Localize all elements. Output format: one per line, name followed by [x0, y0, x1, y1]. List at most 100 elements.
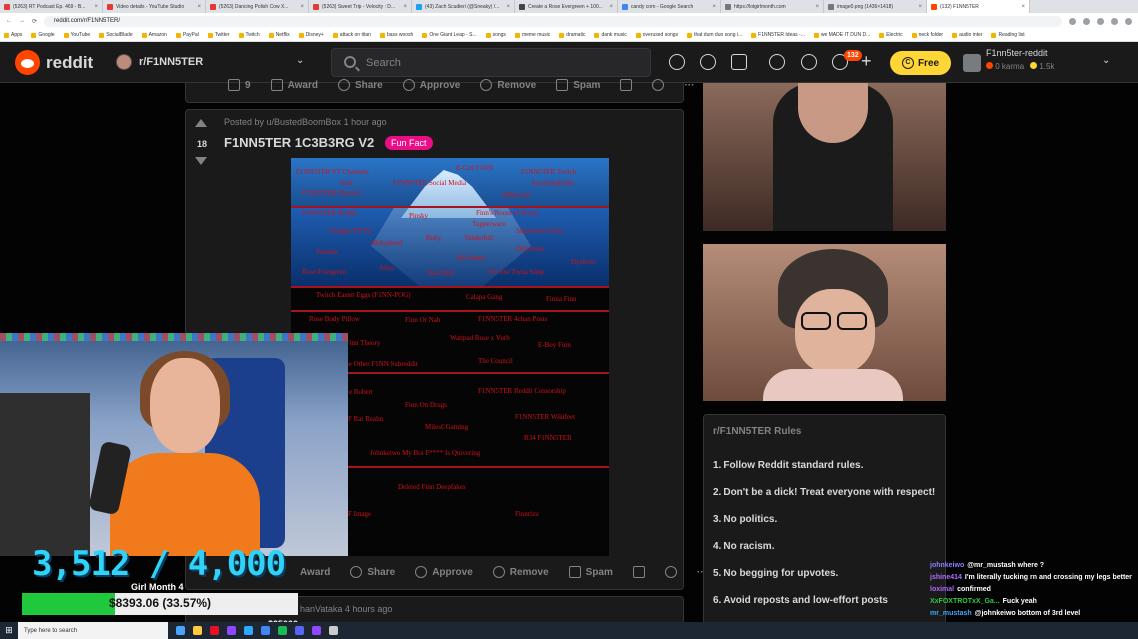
- chat-username[interactable]: loximal: [930, 586, 954, 593]
- bookmark-item[interactable]: Twitch: [238, 32, 260, 38]
- spotify-icon[interactable]: [278, 626, 287, 635]
- create-post-icon[interactable]: +: [861, 52, 872, 70]
- bookmark-item[interactable]: attack on titan: [332, 32, 371, 38]
- bookmark-item[interactable]: overused songs: [635, 32, 678, 38]
- shield-icon[interactable]: [652, 79, 665, 91]
- app-icon[interactable]: [227, 626, 236, 635]
- bookmark-item[interactable]: Amazon: [141, 32, 167, 38]
- app-icon[interactable]: [329, 626, 338, 635]
- share-button[interactable]: Share: [337, 79, 383, 91]
- rule-item[interactable]: 3. No politics.: [713, 513, 938, 527]
- rule-item[interactable]: 6. Avoid reposts and low-effort posts: [713, 594, 938, 608]
- premium-button[interactable]: C Free: [890, 51, 951, 75]
- profile-icon[interactable]: [1125, 17, 1132, 25]
- video-thumbnail[interactable]: [703, 83, 946, 231]
- close-icon[interactable]: ×: [712, 4, 716, 10]
- bookmark-item[interactable]: Reading list: [991, 32, 1025, 38]
- bookmark-item[interactable]: meme music: [514, 32, 550, 38]
- comments-button[interactable]: 9: [228, 79, 251, 91]
- close-icon[interactable]: ×: [94, 4, 98, 10]
- remove-button[interactable]: Remove: [480, 79, 536, 91]
- award-button[interactable]: Award: [270, 79, 318, 91]
- reddit-wordmark[interactable]: reddit: [46, 53, 93, 73]
- chevron-down-icon[interactable]: ⌄: [1102, 55, 1110, 66]
- discord-icon[interactable]: [295, 626, 304, 635]
- app-icon[interactable]: [176, 626, 185, 635]
- bookmark-item[interactable]: neck folder: [911, 32, 943, 38]
- rule-item[interactable]: 5. No begging for upvotes.: [713, 567, 938, 581]
- close-icon[interactable]: ×: [1021, 4, 1025, 10]
- shield-icon[interactable]: [664, 566, 677, 578]
- close-icon[interactable]: ×: [918, 4, 922, 10]
- bookmark-item[interactable]: dramatic: [559, 32, 585, 38]
- photoshop-icon[interactable]: [244, 626, 253, 635]
- more-options-icon[interactable]: ···: [684, 80, 694, 91]
- browser-tab[interactable]: Video details - YouTube Studio ×: [103, 0, 206, 13]
- post-meta[interactable]: Posted by u/BustedBoomBox 1 hour ago: [224, 117, 387, 127]
- bookmark-item[interactable]: Netflix: [268, 32, 290, 38]
- close-icon[interactable]: ×: [403, 4, 407, 10]
- chat-icon[interactable]: [801, 54, 817, 70]
- spam-button[interactable]: Spam: [568, 566, 613, 578]
- browser-tab[interactable]: (5263) Dancing Polish Cow X... ×: [206, 0, 309, 13]
- username[interactable]: F1nn5ter-reddit: [986, 48, 1048, 58]
- bookmark-item[interactable]: Disney+: [298, 32, 324, 38]
- bookmark-item[interactable]: that dum dun song i...: [687, 32, 742, 38]
- file-explorer-icon[interactable]: [193, 626, 202, 635]
- bookmark-item[interactable]: dank music: [594, 32, 627, 38]
- post-flair[interactable]: Fun Fact: [385, 136, 433, 150]
- browser-tab[interactable]: image0.png (1436×1418) ×: [824, 0, 927, 13]
- post-title[interactable]: F1NN5TER 1C3B3RG V2: [224, 135, 374, 150]
- chevron-down-icon[interactable]: ⌄: [296, 55, 304, 66]
- app-icon[interactable]: [210, 626, 219, 635]
- downvote-icon[interactable]: [195, 157, 207, 165]
- bookmark-item[interactable]: YouTube: [63, 32, 90, 38]
- reload-icon[interactable]: ⟳: [32, 18, 37, 25]
- close-icon[interactable]: ×: [815, 4, 819, 10]
- browser-tab[interactable]: (5263) RT Podcast Ep. 469 - B... ×: [0, 0, 103, 13]
- bookmark-item[interactable]: we MADE IT DUN D...: [813, 32, 870, 38]
- chrome-icon[interactable]: [261, 626, 270, 635]
- share-button[interactable]: Share: [350, 566, 395, 578]
- bookmark-item[interactable]: songs: [485, 32, 506, 38]
- browser-tab[interactable]: https://lotgirlmonth.com ×: [721, 0, 824, 13]
- mod-tools-icon[interactable]: [700, 54, 716, 70]
- avatar[interactable]: [963, 54, 981, 72]
- close-icon[interactable]: ×: [506, 4, 510, 10]
- approve-button[interactable]: Approve: [402, 79, 460, 91]
- bookmark-item[interactable]: audio inter: [952, 32, 982, 38]
- bookmark-item[interactable]: Apps: [4, 32, 22, 38]
- spam-button[interactable]: Spam: [556, 79, 600, 91]
- close-icon[interactable]: ×: [609, 4, 613, 10]
- browser-tab[interactable]: Create a Rose Evergreen + 100... ×: [515, 0, 618, 13]
- shield-icon[interactable]: [769, 54, 785, 70]
- windows-start-icon[interactable]: ⊞: [0, 622, 18, 639]
- reddit-logo-icon[interactable]: [15, 50, 40, 75]
- bookmark-item[interactable]: Google: [31, 32, 55, 38]
- extension-icon[interactable]: [1069, 17, 1076, 25]
- bookmark-item[interactable]: Twitter: [207, 32, 230, 38]
- close-icon[interactable]: ×: [197, 4, 201, 10]
- browser-tab[interactable]: candy corn - Google Search ×: [618, 0, 721, 13]
- video-icon[interactable]: [731, 54, 747, 70]
- extension-icon[interactable]: [1111, 17, 1118, 25]
- chat-username[interactable]: XxFOXTROTxX_Ga...: [930, 598, 1000, 605]
- rule-item[interactable]: 4. No racism.: [713, 540, 938, 554]
- upvote-icon[interactable]: [195, 119, 207, 127]
- close-icon[interactable]: ×: [300, 4, 304, 10]
- rule-item[interactable]: 1. Follow Reddit standard rules.: [713, 459, 938, 473]
- extension-icon[interactable]: [1083, 17, 1090, 25]
- popular-icon[interactable]: [669, 54, 685, 70]
- chat-username[interactable]: jshine414: [930, 574, 962, 581]
- approve-button[interactable]: Approve: [415, 566, 473, 578]
- award-button[interactable]: Award: [300, 567, 330, 578]
- post-meta[interactable]: hanVataka 4 hours ago: [300, 604, 392, 614]
- subreddit-name[interactable]: r/F1NN5TER: [139, 56, 203, 68]
- remove-button[interactable]: Remove: [492, 566, 549, 578]
- browser-tab[interactable]: (132) F1NN5TER ×: [927, 0, 1030, 13]
- rule-item[interactable]: 2. Don't be a dick! Treat everyone with r…: [713, 486, 938, 500]
- bookmark-item[interactable]: PayPal: [175, 32, 199, 38]
- twitch-icon[interactable]: [312, 626, 321, 635]
- search-input[interactable]: Search: [331, 48, 651, 77]
- tag-icon[interactable]: [620, 79, 633, 91]
